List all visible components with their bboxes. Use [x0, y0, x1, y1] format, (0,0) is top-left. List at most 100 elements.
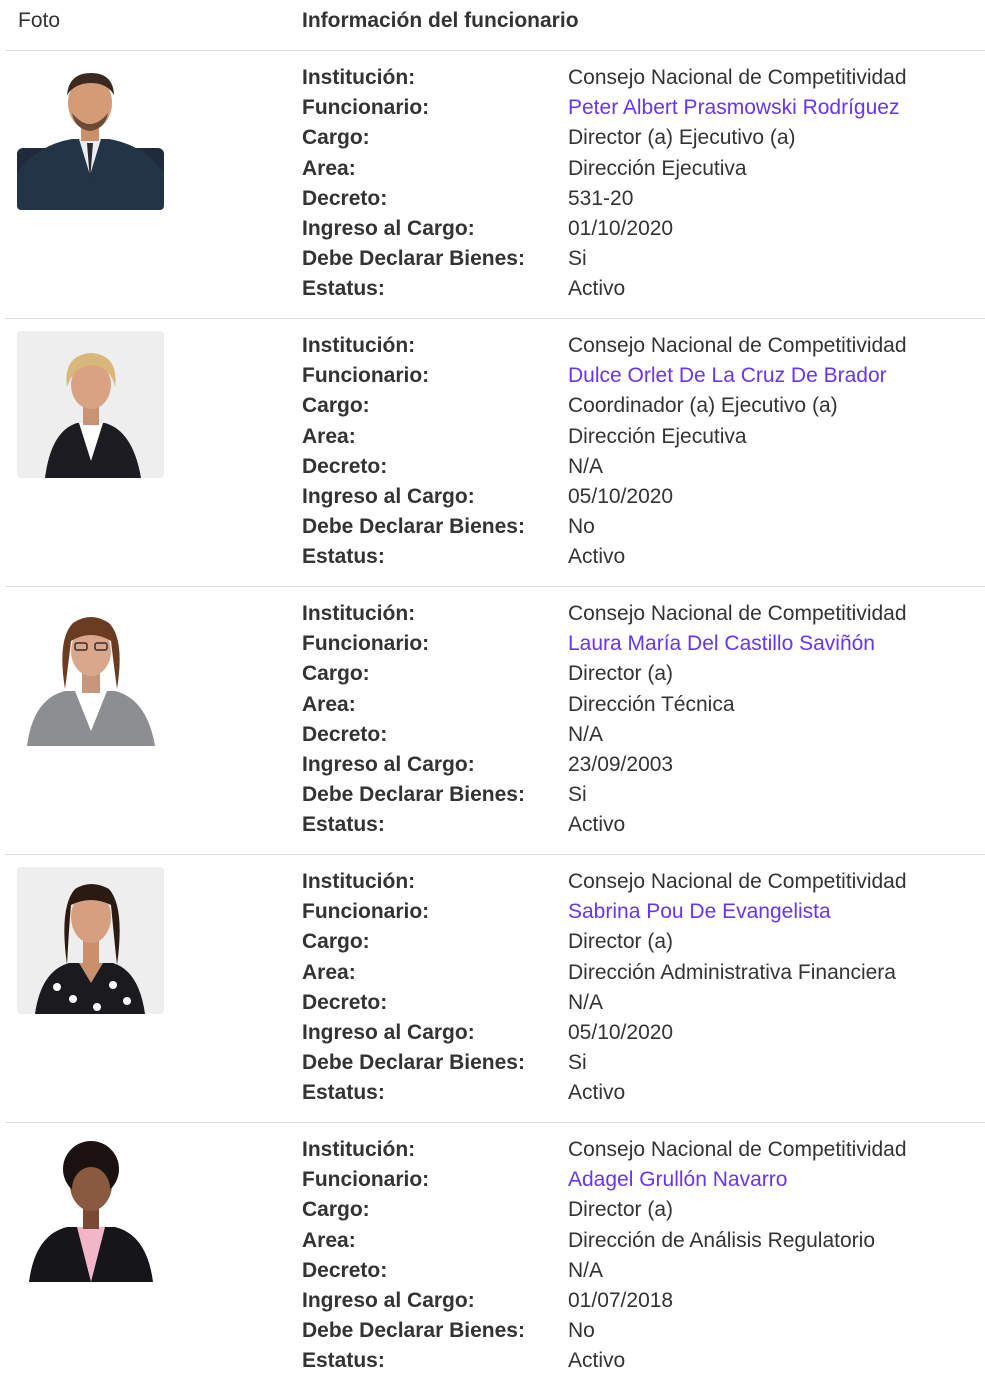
value-cargo: Coordinador (a) Ejecutivo (a) — [568, 394, 838, 418]
official-info: Institución: Consejo Nacional de Competit… — [302, 602, 972, 844]
value-decreto: 531-20 — [568, 186, 634, 210]
field-cargo: Cargo: Director (a) — [302, 1198, 972, 1228]
label-declarar: Debe Declarar Bienes: — [302, 515, 525, 539]
label-area: Area: — [302, 156, 356, 180]
label-decreto: Decreto: — [302, 722, 388, 746]
label-decreto: Decreto: — [302, 454, 388, 478]
field-ingreso: Ingreso al Cargo: 05/10/2020 — [302, 1021, 972, 1051]
field-funcionario: Funcionario: Laura María Del Castillo Sav… — [302, 632, 972, 662]
field-ingreso: Ingreso al Cargo: 01/07/2018 — [302, 1289, 972, 1319]
field-funcionario: Funcionario: Adagel Grullón Navarro — [302, 1168, 972, 1198]
official-photo — [17, 867, 164, 1014]
official-name-link[interactable]: Adagel Grullón Navarro — [568, 1168, 787, 1192]
field-institucion: Institución: Consejo Nacional de Competit… — [302, 66, 972, 96]
value-area: Dirección Administrativa Financiera — [568, 960, 896, 984]
label-institucion: Institución: — [302, 334, 416, 357]
label-decreto: Decreto: — [302, 1258, 388, 1282]
value-declarar: Si — [568, 1051, 587, 1075]
value-cargo: Director (a) — [568, 1198, 674, 1222]
label-declarar: Debe Declarar Bienes: — [302, 247, 525, 271]
label-funcionario: Funcionario: — [302, 364, 430, 388]
value-decreto: N/A — [568, 722, 604, 746]
field-institucion: Institución: Consejo Nacional de Competit… — [302, 602, 972, 632]
field-declarar: Debe Declarar Bienes: Si — [302, 783, 972, 813]
label-declarar: Debe Declarar Bienes: — [302, 1051, 525, 1075]
value-ingreso: 01/10/2020 — [568, 216, 674, 240]
label-area: Area: — [302, 960, 356, 984]
field-estatus: Estatus: Activo — [302, 1081, 972, 1111]
field-estatus: Estatus: Activo — [302, 813, 972, 843]
label-ingreso: Ingreso al Cargo: — [302, 216, 475, 240]
label-cargo: Cargo: — [302, 394, 370, 418]
field-institucion: Institución: Consejo Nacional de Competit… — [302, 870, 972, 900]
field-decreto: Decreto: N/A — [302, 1259, 972, 1289]
value-ingreso: 05/10/2020 — [568, 484, 674, 508]
value-ingreso: 05/10/2020 — [568, 1020, 674, 1044]
label-funcionario: Funcionario: — [302, 632, 430, 656]
label-cargo: Cargo: — [302, 930, 370, 954]
label-area: Area: — [302, 424, 356, 448]
value-decreto: N/A — [568, 1258, 604, 1282]
field-area: Area: Dirección Ejecutiva — [302, 425, 972, 455]
field-cargo: Cargo: Director (a) Ejecutivo (a) — [302, 126, 972, 156]
label-declarar: Debe Declarar Bienes: — [302, 783, 525, 807]
field-declarar: Debe Declarar Bienes: Si — [302, 1051, 972, 1081]
field-ingreso: Ingreso al Cargo: 01/10/2020 — [302, 217, 972, 247]
label-decreto: Decreto: — [302, 186, 388, 210]
value-cargo: Director (a) — [568, 662, 674, 686]
label-cargo: Cargo: — [302, 1198, 370, 1222]
label-estatus: Estatus: — [302, 1349, 385, 1373]
label-declarar: Debe Declarar Bienes: — [302, 1319, 525, 1343]
field-estatus: Estatus: Activo — [302, 277, 972, 307]
field-area: Area: Dirección Técnica — [302, 693, 972, 723]
value-decreto: N/A — [568, 454, 604, 478]
official-photo — [17, 1135, 164, 1282]
field-declarar: Debe Declarar Bienes: No — [302, 1319, 972, 1349]
official-name-link[interactable]: Dulce Orlet De La Cruz De Brador — [568, 364, 887, 388]
label-ingreso: Ingreso al Cargo: — [302, 1288, 475, 1312]
official-info: Institución: Consejo Nacional de Competit… — [302, 334, 972, 576]
table-row: Institución: Consejo Nacional de Competit… — [5, 855, 985, 1123]
officials-table: Foto Información del funcionario Institu… — [5, 0, 985, 1390]
official-photo — [17, 63, 164, 210]
field-institucion: Institución: Consejo Nacional de Competit… — [302, 334, 972, 364]
official-info: Institución: Consejo Nacional de Competit… — [302, 1138, 972, 1380]
value-estatus: Activo — [568, 1081, 626, 1105]
value-institucion: Consejo Nacional de Competitividad — [568, 1138, 907, 1161]
value-declarar: No — [568, 1319, 595, 1343]
field-cargo: Cargo: Director (a) — [302, 930, 972, 960]
label-funcionario: Funcionario: — [302, 1168, 430, 1192]
value-area: Dirección Técnica — [568, 692, 735, 716]
field-area: Area: Dirección Administrativa Financiera — [302, 961, 972, 991]
value-area: Dirección Ejecutiva — [568, 156, 747, 180]
value-institucion: Consejo Nacional de Competitividad — [568, 334, 907, 357]
official-name-link[interactable]: Peter Albert Prasmowski Rodríguez — [568, 96, 899, 120]
field-decreto: Decreto: N/A — [302, 455, 972, 485]
label-estatus: Estatus: — [302, 813, 385, 837]
field-decreto: Decreto: N/A — [302, 991, 972, 1021]
field-estatus: Estatus: Activo — [302, 545, 972, 575]
official-name-link[interactable]: Sabrina Pou De Evangelista — [568, 900, 831, 924]
table-row: Institución: Consejo Nacional de Competit… — [5, 587, 985, 855]
label-decreto: Decreto: — [302, 990, 388, 1014]
field-cargo: Cargo: Director (a) — [302, 662, 972, 692]
official-name-link[interactable]: Laura María Del Castillo Saviñón — [568, 632, 875, 656]
value-ingreso: 01/07/2018 — [568, 1288, 674, 1312]
value-ingreso: 23/09/2003 — [568, 752, 674, 776]
value-cargo: Director (a) Ejecutivo (a) — [568, 126, 796, 150]
table-header: Foto Información del funcionario — [5, 0, 985, 51]
value-cargo: Director (a) — [568, 930, 674, 954]
label-estatus: Estatus: — [302, 1081, 385, 1105]
value-estatus: Activo — [568, 277, 626, 301]
label-ingreso: Ingreso al Cargo: — [302, 1020, 475, 1044]
field-area: Area: Dirección Ejecutiva — [302, 157, 972, 187]
label-ingreso: Ingreso al Cargo: — [302, 484, 475, 508]
value-estatus: Activo — [568, 545, 626, 569]
label-cargo: Cargo: — [302, 126, 370, 150]
info-column-header: Información del funcionario — [302, 9, 579, 32]
value-institucion: Consejo Nacional de Competitividad — [568, 602, 907, 625]
value-estatus: Activo — [568, 1349, 626, 1373]
official-info: Institución: Consejo Nacional de Competit… — [302, 66, 972, 308]
official-photo — [17, 599, 164, 746]
label-institucion: Institución: — [302, 1138, 416, 1161]
